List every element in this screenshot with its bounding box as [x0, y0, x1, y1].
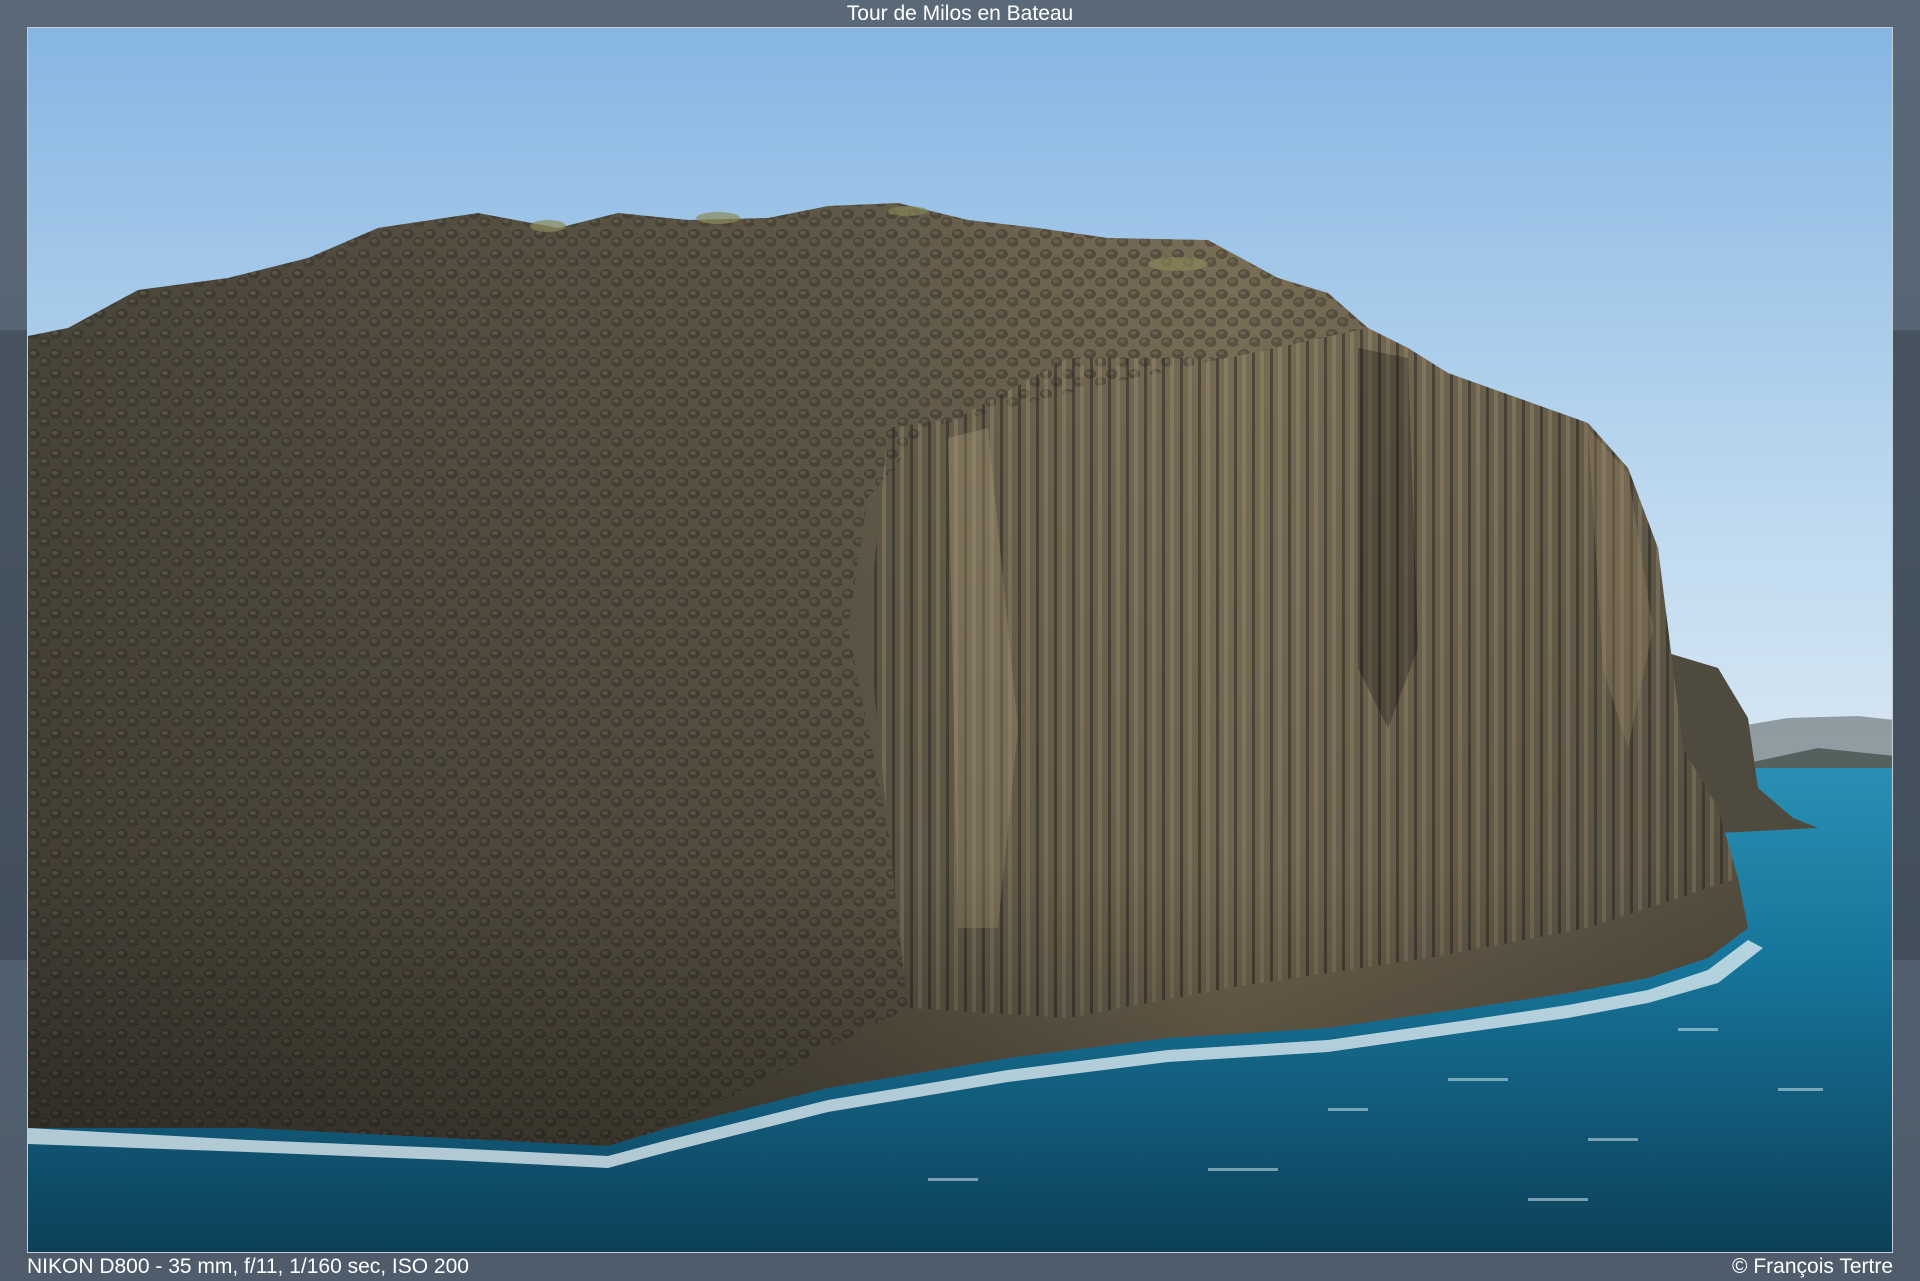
photo-title: Tour de Milos en Bateau: [846, 2, 1074, 25]
photo-frame[interactable]: [27, 27, 1893, 1253]
photo-image: [28, 28, 1892, 1252]
exif-caption: NIKON D800 - 35 mm, f/11, 1/160 sec, ISO…: [27, 1255, 469, 1278]
next-photo-edge[interactable]: [1893, 330, 1920, 960]
photo-viewer: Tour de Milos en Bateau NIKON D800 - 35 …: [0, 0, 1920, 1281]
copyright-caption: © François Tertre: [1732, 1255, 1893, 1278]
previous-photo-edge[interactable]: [0, 330, 27, 960]
